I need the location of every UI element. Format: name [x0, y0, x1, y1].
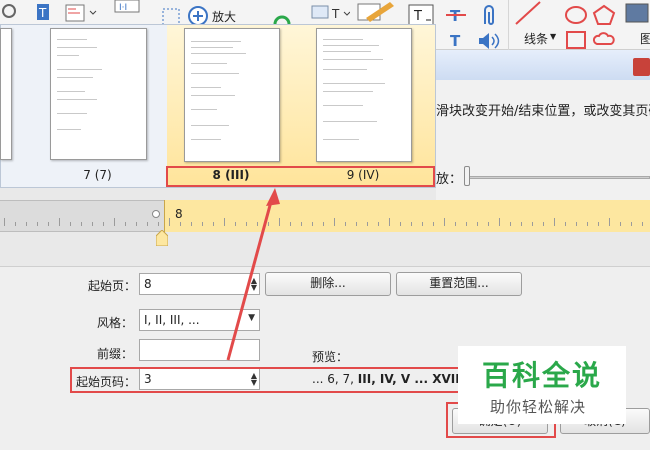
watermark-logo: 百科全说 助你轻松解决 — [458, 346, 626, 424]
watermark-subtitle: 助你轻松解决 — [490, 398, 587, 416]
watermark-title: 百科全说 — [482, 359, 603, 392]
